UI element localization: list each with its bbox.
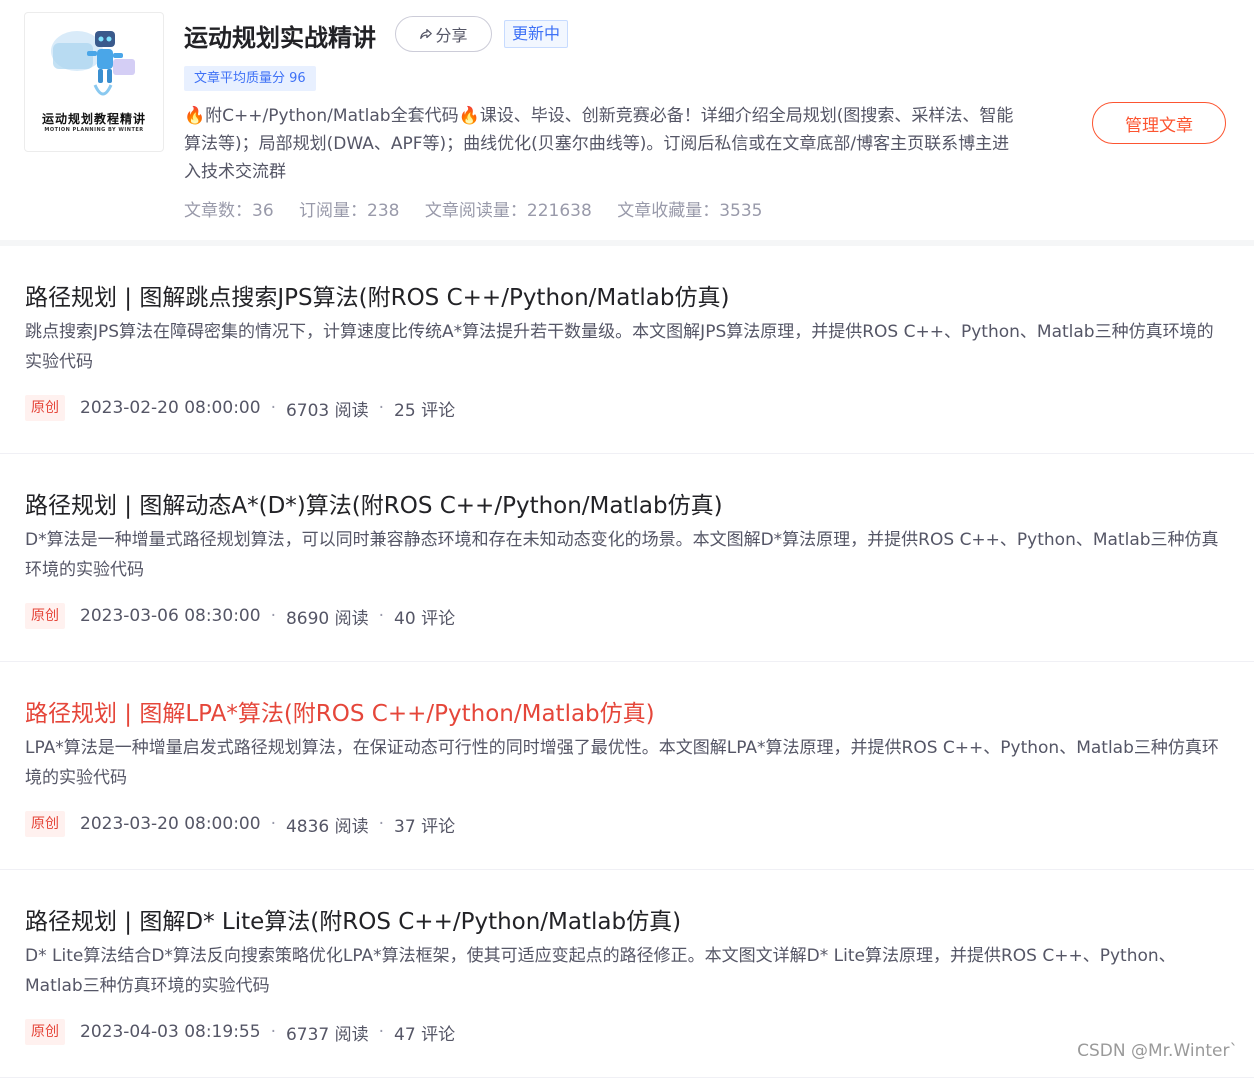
share-button-label: 分享 — [435, 26, 468, 45]
article-date: 2023-02-20 08:00:00 — [80, 398, 261, 418]
article-read-count: 6737 阅读 — [285, 1024, 369, 1045]
article-meta: 原创 2023-02-20 08:00:00 · 6703 阅读 · 25 评论 — [25, 395, 455, 421]
meta-separator: · — [378, 398, 385, 418]
article-item[interactable]: 路径规划 | 图解D* Lite算法(附ROS C++/Python/Matla… — [0, 870, 1254, 1078]
article-title-link[interactable]: 路径规划 | 图解动态A*(D*)算法(附ROS C++/Python/Matl… — [25, 486, 723, 520]
article-read-count: 4836 阅读 — [285, 816, 369, 837]
meta-separator: · — [378, 814, 385, 834]
article-description: LPA*算法是一种增量启发式路径规划算法，在保证动态可行性的同时增强了最优性。本… — [25, 738, 1219, 788]
meta-separator: · — [270, 398, 276, 418]
article-meta: 原创 2023-03-06 08:30:00 · 8690 阅读 · 40 评论 — [25, 603, 455, 629]
article-date: 2023-03-06 08:30:00 — [80, 606, 261, 626]
meta-separator: · — [270, 814, 276, 834]
manage-articles-button[interactable]: 管理文章 — [1092, 102, 1226, 144]
column-title: 运动规划实战精讲 — [184, 24, 376, 52]
original-badge: 原创 — [25, 603, 65, 629]
meta-separator: · — [270, 606, 276, 626]
article-meta: 原创 2023-03-20 08:00:00 · 4836 阅读 · 37 评论 — [25, 811, 455, 837]
csdn-watermark: CSDN @Mr.Winter` — [1077, 1041, 1238, 1061]
meta-separator: · — [270, 1022, 276, 1042]
article-comment-count[interactable]: 47 评论 — [394, 1020, 455, 1045]
article-title-link[interactable]: 路径规划 | 图解跳点搜索JPS算法(附ROS C++/Python/Matla… — [25, 278, 729, 312]
article-description: D* Lite算法结合D*算法反向搜索策略优化LPA*算法框架，使其可适应变起点… — [25, 946, 1176, 996]
column-header: 运动规划教程精讲 MOTION PLANNING BY WINTER 运动规划实… — [0, 0, 1254, 240]
original-badge: 原创 — [25, 395, 65, 421]
article-read-count: 6703 阅读 — [285, 400, 369, 421]
status-badge: 更新中 — [504, 20, 569, 48]
stat-read-count: 文章阅读量：221638 — [424, 201, 592, 221]
article-comment-count[interactable]: 25 评论 — [394, 396, 455, 421]
column-stats: 文章数：36 订阅量：238 文章阅读量：221638 文章收藏量：3535 — [184, 196, 782, 221]
original-badge: 原创 — [25, 1019, 65, 1045]
article-item[interactable]: 路径规划 | 图解动态A*(D*)算法(附ROS C++/Python/Matl… — [0, 454, 1254, 662]
article-list: 路径规划 | 图解跳点搜索JPS算法(附ROS C++/Python/Matla… — [0, 246, 1254, 1078]
article-title-link[interactable]: 路径规划 | 图解D* Lite算法(附ROS C++/Python/Matla… — [25, 902, 681, 936]
article-item[interactable]: 路径规划 | 图解LPA*算法(附ROS C++/Python/Matlab仿真… — [0, 662, 1254, 870]
article-date: 2023-03-20 08:00:00 — [80, 814, 261, 834]
article-title-link[interactable]: 路径规划 | 图解LPA*算法(附ROS C++/Python/Matlab仿真… — [25, 694, 655, 728]
article-read-count: 8690 阅读 — [285, 608, 369, 629]
cover-title-text: 运动规划教程精讲 — [41, 112, 146, 126]
cover-subtitle-text: MOTION PLANNING BY WINTER — [44, 127, 144, 133]
meta-separator: · — [378, 606, 385, 626]
article-comment-count[interactable]: 40 评论 — [394, 604, 455, 629]
stat-subscription-count: 订阅量：238 — [299, 201, 400, 221]
article-date: 2023-04-03 08:19:55 — [80, 1022, 261, 1042]
article-description: 跳点搜索JPS算法在障碍密集的情况下，计算速度比传统A*算法提升若干数量级。本文… — [25, 322, 1214, 372]
stat-favorite-count: 文章收藏量：3535 — [617, 201, 763, 221]
robot-illustration — [51, 31, 135, 96]
article-description: D*算法是一种增量式路径规划算法，可以同时兼容静态环境和存在未知动态变化的场景。… — [25, 530, 1219, 580]
meta-separator: · — [378, 1022, 385, 1042]
article-item[interactable]: 路径规划 | 图解跳点搜索JPS算法(附ROS C++/Python/Matla… — [0, 246, 1254, 454]
share-button[interactable]: 分享 — [395, 16, 492, 52]
quality-score-badge: 文章平均质量分 96 — [184, 66, 316, 91]
share-arrow-icon — [420, 29, 433, 39]
article-comment-count[interactable]: 37 评论 — [394, 812, 455, 837]
column-cover-image[interactable]: 运动规划教程精讲 MOTION PLANNING BY WINTER — [24, 12, 164, 152]
original-badge: 原创 — [25, 811, 65, 837]
stat-article-count: 文章数：36 — [184, 201, 274, 221]
article-meta: 原创 2023-04-03 08:19:55 · 6737 阅读 · 47 评论 — [25, 1019, 455, 1045]
column-description: 🔥附C++/Python/Matlab全套代码🔥课设、毕设、创新竞赛必备！详细介… — [184, 106, 1014, 182]
